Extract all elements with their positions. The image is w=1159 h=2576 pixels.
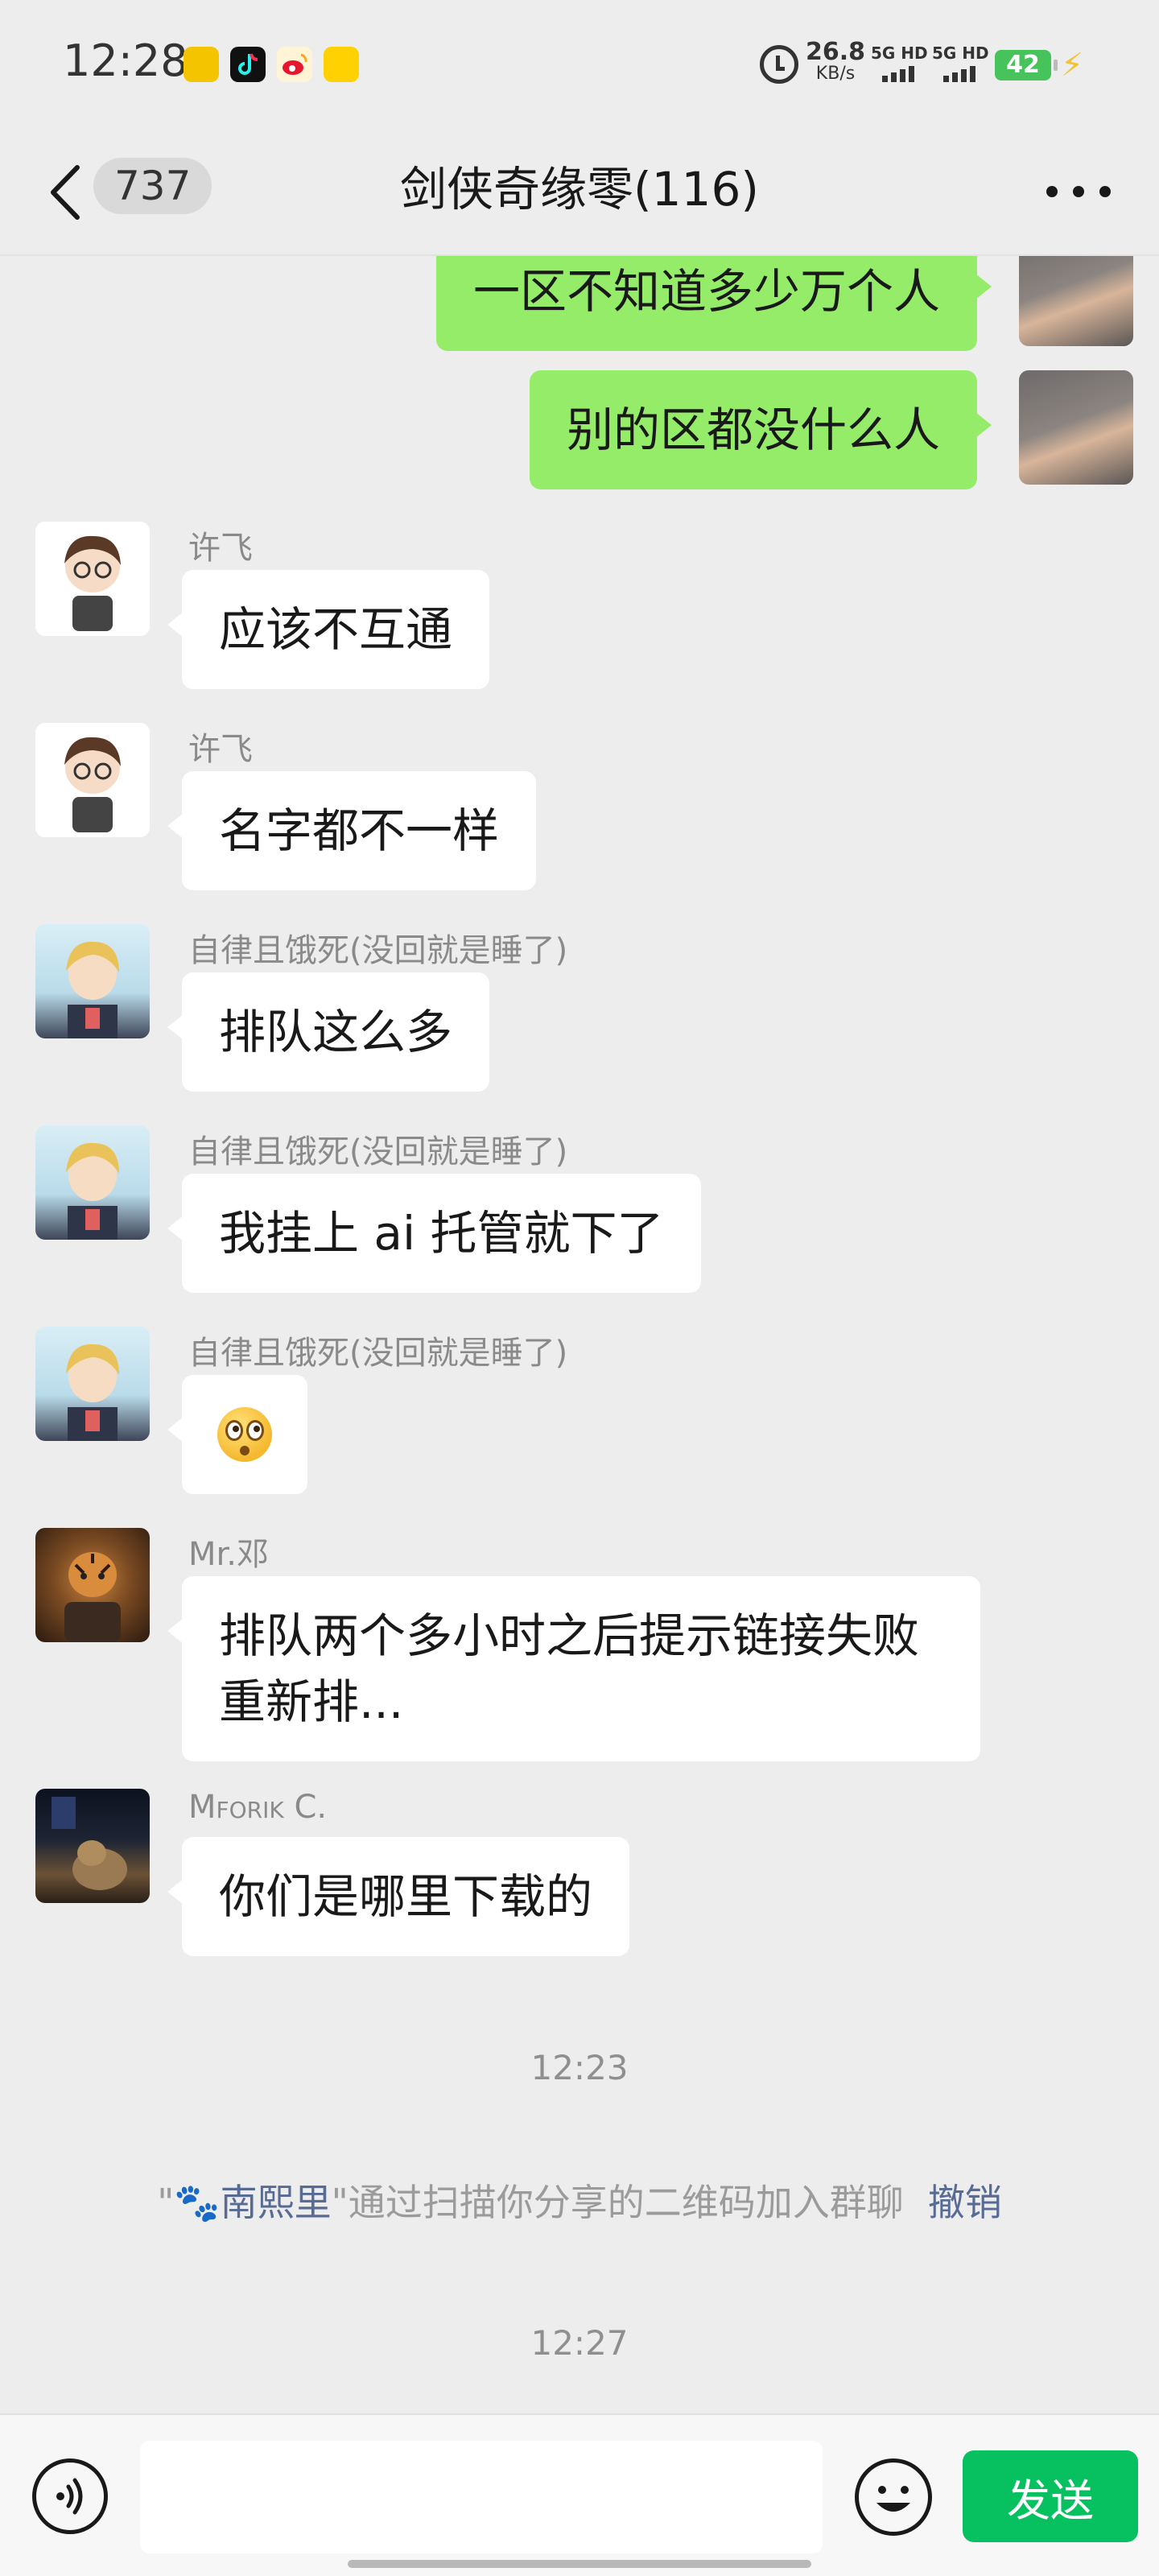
sender-name: Mforik C. bbox=[188, 1789, 328, 1826]
message-text-line: 重新排... bbox=[219, 1674, 404, 1729]
time-separator: 12:27 bbox=[530, 2323, 629, 2363]
tiger-avatar-icon bbox=[64, 1552, 121, 1642]
dot-icon bbox=[1099, 186, 1111, 197]
message-bubble[interactable]: 你们是哪里下载的 bbox=[167, 1837, 630, 1956]
sim1-signal-icon: 5G HD bbox=[871, 43, 930, 84]
chat-title: 剑侠奇缘零(116) bbox=[400, 162, 759, 217]
message-bubble[interactable] bbox=[167, 1375, 307, 1494]
message-bubble[interactable]: 排队这么多 bbox=[167, 972, 490, 1092]
battery-indicator: 42 bbox=[995, 50, 1058, 80]
my-avatar[interactable] bbox=[1019, 370, 1133, 485]
sim2-signal-icon: 5G HD bbox=[932, 43, 992, 84]
sender-avatar[interactable] bbox=[35, 1327, 150, 1441]
charging-icon: ⚡ bbox=[1061, 47, 1084, 84]
send-button[interactable]: 发送 bbox=[963, 2450, 1138, 2542]
network-speed: 26.8 KB/s bbox=[805, 38, 866, 84]
message-text: 我挂上 ai 托管就下了 bbox=[219, 1206, 664, 1261]
cat-avatar-icon bbox=[52, 1797, 127, 1890]
sender-name: 自律且饿死(没回就是睡了) bbox=[188, 1335, 568, 1372]
chat-header: 737 剑侠奇缘零(116) bbox=[0, 129, 1159, 256]
message-input[interactable] bbox=[140, 2441, 823, 2553]
message-text-line: 排队两个多小时之后提示链接失败 bbox=[219, 1608, 920, 1663]
sender-avatar[interactable] bbox=[35, 924, 150, 1038]
message-text: 名字都不一样 bbox=[219, 803, 500, 858]
message-bubble[interactable]: 应该不互通 bbox=[167, 570, 490, 689]
chevron-left-icon bbox=[51, 165, 80, 220]
system-message: "🐾南熙里"通过扫描你分享的二维码加入群聊 撤销 bbox=[157, 2181, 1002, 2224]
emoji-button[interactable] bbox=[855, 2458, 932, 2536]
sender-name: Mr.邓 bbox=[188, 1536, 269, 1573]
sender-name: 自律且饿死(没回就是睡了) bbox=[188, 1133, 568, 1170]
message-bubble[interactable]: 别的区都没什么人 bbox=[529, 370, 992, 489]
tiktok-icon bbox=[230, 47, 266, 82]
message-text: 应该不互通 bbox=[219, 602, 453, 657]
voice-wave-icon bbox=[56, 2478, 83, 2515]
dot-icon bbox=[1073, 186, 1084, 197]
news-app-icon bbox=[184, 47, 219, 82]
message-bubble[interactable]: 一区不知道多少万个人 bbox=[435, 256, 992, 351]
alarm-icon bbox=[760, 45, 798, 84]
message-text: 一区不知道多少万个人 bbox=[472, 264, 940, 319]
anime-blond-avatar-icon bbox=[66, 941, 119, 1038]
message-text: 你们是哪里下载的 bbox=[219, 1869, 593, 1924]
message-bubble[interactable]: 我挂上 ai 托管就下了 bbox=[167, 1174, 701, 1293]
smiley-icon bbox=[876, 2486, 910, 2512]
message-list[interactable]: 一区不知道多少万个人 别的区都没什么人 许飞 应该不互通 许飞 名字都不一样 自… bbox=[0, 256, 1159, 2413]
new-member-name-link[interactable]: 🐾南熙里 bbox=[174, 2181, 331, 2224]
anime-blond-avatar-icon bbox=[66, 1142, 119, 1240]
cartoon-boy-avatar-icon bbox=[35, 522, 150, 636]
message-text: 排队这么多 bbox=[219, 1005, 453, 1059]
meituan-icon bbox=[324, 47, 359, 82]
message-text: 别的区都没什么人 bbox=[566, 402, 940, 457]
status-bar: 12:28 26.8 KB/s 5G HD 5G HD 42 ⚡ bbox=[0, 0, 1159, 129]
back-button[interactable] bbox=[45, 161, 101, 224]
sender-avatar[interactable] bbox=[35, 1528, 150, 1642]
sender-name: 许飞 bbox=[188, 731, 253, 768]
status-time: 12:28 bbox=[63, 35, 188, 86]
input-bar: 发送 bbox=[0, 2413, 1159, 2576]
my-avatar[interactable] bbox=[1019, 256, 1133, 346]
message-bubble[interactable]: 名字都不一样 bbox=[167, 771, 537, 890]
sender-avatar[interactable] bbox=[35, 1125, 150, 1240]
flushed-face-emoji-icon bbox=[217, 1407, 272, 1462]
sender-avatar[interactable] bbox=[35, 1789, 150, 1903]
dot-icon bbox=[1046, 186, 1058, 197]
sender-avatar[interactable] bbox=[35, 723, 150, 837]
home-indicator[interactable] bbox=[348, 2560, 811, 2568]
undo-link[interactable]: 撤销 bbox=[928, 2181, 1002, 2224]
cartoon-boy-avatar-icon bbox=[35, 723, 150, 837]
time-separator: 12:23 bbox=[530, 2048, 629, 2087]
voice-input-button[interactable] bbox=[32, 2458, 108, 2534]
sender-name: 许飞 bbox=[188, 530, 253, 567]
message-bubble[interactable]: 排队两个多小时之后提示链接失败 重新排... bbox=[167, 1576, 980, 1761]
sender-avatar[interactable] bbox=[35, 522, 150, 636]
sender-name: 自律且饿死(没回就是睡了) bbox=[188, 932, 568, 969]
unread-count-badge[interactable]: 737 bbox=[93, 158, 212, 214]
more-options-button[interactable] bbox=[1046, 175, 1111, 208]
weibo-icon bbox=[277, 47, 312, 82]
anime-blond-avatar-icon bbox=[66, 1344, 119, 1441]
